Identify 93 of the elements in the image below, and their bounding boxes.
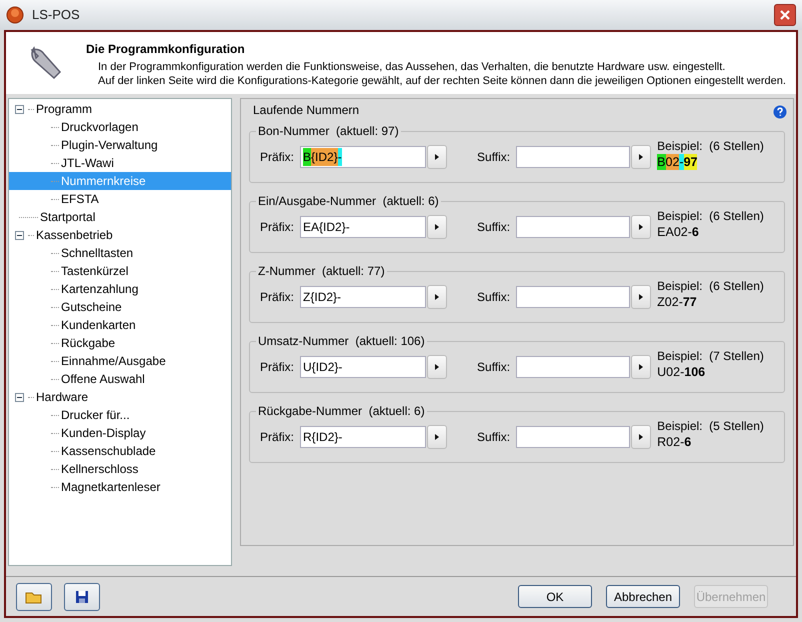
example-label: Beispiel: (7 Stellen) <box>657 348 764 364</box>
open-folder-button[interactable] <box>16 582 52 610</box>
suffix-label: Suffix: <box>477 359 510 376</box>
tree-item[interactable]: Kassenbetrieb <box>34 226 115 244</box>
triangle-icon <box>639 434 644 440</box>
insert-placeholder-button[interactable] <box>427 355 448 379</box>
suffix-field[interactable] <box>516 146 630 168</box>
prefix-field[interactable]: B{ID2}- <box>300 146 426 168</box>
triangle-icon <box>639 364 644 370</box>
suffix-field[interactable] <box>516 216 630 238</box>
prefix-field[interactable]: R{ID2}- <box>300 426 426 448</box>
tree-item[interactable]: Drucker für... <box>59 406 132 424</box>
prefix-field[interactable]: EA{ID2}- <box>300 216 426 238</box>
suffix-field[interactable] <box>516 286 630 308</box>
example-label: Beispiel: (6 Stellen) <box>657 278 764 294</box>
example-value: R02-6 <box>657 434 692 450</box>
triangle-icon <box>435 364 440 370</box>
tree-item[interactable]: Schnelltasten <box>59 244 136 262</box>
tree-item[interactable]: Kartenzahlung <box>59 280 140 298</box>
prefix-label: Präfix: <box>260 149 294 166</box>
tree-item[interactable]: Kellnerschloss <box>59 460 140 478</box>
suffix-field[interactable] <box>516 426 630 448</box>
tree-item[interactable]: Kassenschublade <box>59 442 158 460</box>
dialog-button[interactable]: OK <box>518 585 592 608</box>
insert-placeholder-button[interactable] <box>631 285 652 309</box>
triangle-icon <box>435 434 440 440</box>
dialog-button[interactable]: Abbrechen <box>606 585 680 608</box>
prefix-label: Präfix: <box>260 219 294 236</box>
insert-placeholder-button[interactable] <box>631 425 652 449</box>
suffix-label: Suffix: <box>477 219 510 236</box>
header-description: Auf der linken Seite wird die Konfigurations-Kategorie gewählt, auf der rechten Seite können dann die jeweiligen Optionen eingestellt werden. <box>98 74 786 88</box>
tree-item[interactable]: Kundenkarten <box>59 316 138 334</box>
folder-icon <box>25 590 43 604</box>
tree-item[interactable]: Hardware <box>34 388 90 406</box>
help-icon[interactable] <box>773 105 787 119</box>
insert-placeholder-button[interactable] <box>631 145 652 169</box>
suffix-label: Suffix: <box>477 289 510 306</box>
example-value: B02-97 <box>657 154 698 170</box>
insert-placeholder-button[interactable] <box>631 215 652 239</box>
collapse-icon[interactable] <box>15 230 24 240</box>
triangle-icon <box>435 294 440 300</box>
group-title: Bon-Nummer (aktuell: 97) <box>256 124 401 138</box>
suffix-field[interactable] <box>516 356 630 378</box>
tree-item[interactable]: Programm <box>34 100 94 118</box>
save-button[interactable] <box>64 582 100 610</box>
window-title: LS-POS <box>32 6 80 24</box>
insert-placeholder-button[interactable] <box>427 285 448 309</box>
collapse-icon[interactable] <box>15 104 24 114</box>
prefix-label: Präfix: <box>260 289 294 306</box>
tree-item[interactable]: Plugin-Verwaltung <box>59 136 160 154</box>
tree-item[interactable]: JTL-Wawi <box>59 154 116 172</box>
prefix-field[interactable]: U{ID2}- <box>300 356 426 378</box>
example-label: Beispiel: (6 Stellen) <box>657 138 764 154</box>
example-value: U02-106 <box>657 364 706 380</box>
header-title: Die Programmkonfiguration <box>86 41 246 58</box>
app-logo-icon <box>6 6 24 24</box>
insert-placeholder-button[interactable] <box>631 355 652 379</box>
insert-placeholder-button[interactable] <box>427 215 448 239</box>
triangle-icon <box>639 154 644 160</box>
tree-item[interactable]: Einnahme/Ausgabe <box>59 352 168 370</box>
tree-item[interactable]: Druckvorlagen <box>59 118 140 136</box>
triangle-icon <box>435 224 440 230</box>
insert-placeholder-button[interactable] <box>427 425 448 449</box>
group-title: Umsatz-Nummer (aktuell: 106) <box>256 334 427 348</box>
group-title: Ein/Ausgabe-Nummer (aktuell: 6) <box>256 194 441 208</box>
tree-item[interactable]: Tastenkürzel <box>59 262 130 280</box>
close-button[interactable] <box>774 4 796 26</box>
prefix-field[interactable]: Z{ID2}- <box>300 286 426 308</box>
example-value: EA02-6 <box>657 224 700 240</box>
suffix-label: Suffix: <box>477 429 510 446</box>
tree-item[interactable]: EFSTA <box>59 190 101 208</box>
prefix-label: Präfix: <box>260 429 294 446</box>
tree-item[interactable]: Offene Auswahl <box>59 370 147 388</box>
group-title: Z-Nummer (aktuell: 77) <box>256 264 387 278</box>
example-value: Z02-77 <box>657 294 698 310</box>
tree-item[interactable]: Rückgabe <box>59 334 118 352</box>
tree-item[interactable]: Kunden-Display <box>59 424 148 442</box>
tree-item[interactable]: Magnetkartenleser <box>59 478 162 496</box>
insert-placeholder-button[interactable] <box>427 145 448 169</box>
triangle-icon <box>639 224 644 230</box>
close-icon <box>779 9 791 21</box>
panel-title: Laufende Nummern <box>253 102 360 119</box>
example-label: Beispiel: (5 Stellen) <box>657 418 764 434</box>
suffix-label: Suffix: <box>477 149 510 166</box>
tree-item[interactable]: Startportal <box>38 208 98 226</box>
group-title: Rückgabe-Nummer (aktuell: 6) <box>256 404 427 418</box>
header-description: In der Programmkonfiguration werden die Funktionsweise, das Aussehen, das Verhalten, die benutzte Hardware usw. eingestellt. <box>98 60 726 74</box>
triangle-icon <box>435 154 440 160</box>
example-label: Beispiel: (6 Stellen) <box>657 208 764 224</box>
triangle-icon <box>639 294 644 300</box>
collapse-icon[interactable] <box>15 392 24 402</box>
prefix-label: Präfix: <box>260 359 294 376</box>
tree-item[interactable]: Gutscheine <box>59 298 124 316</box>
